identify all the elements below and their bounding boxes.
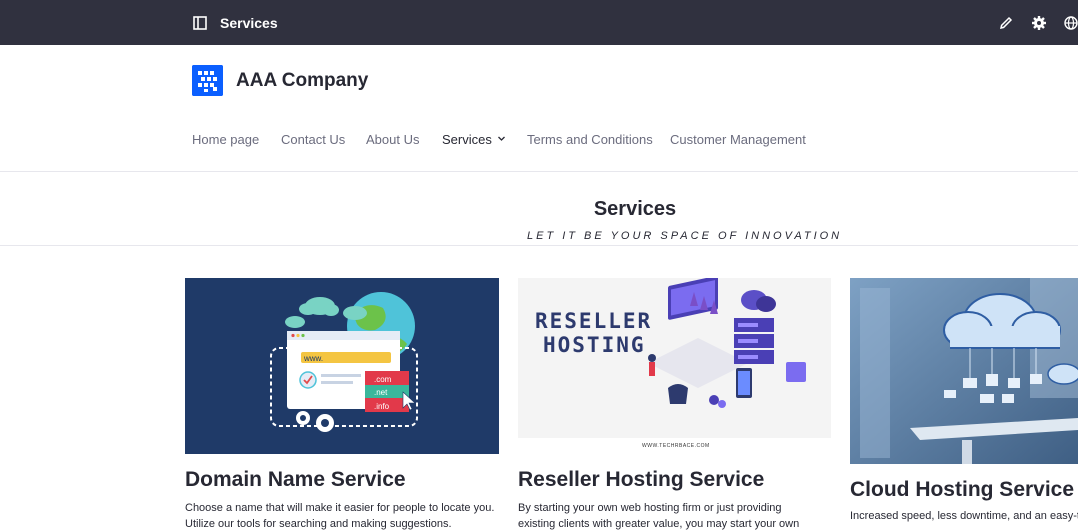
- pencil-icon[interactable]: [998, 15, 1014, 31]
- nav-terms-and-conditions[interactable]: Terms and Conditions: [527, 132, 653, 147]
- site-header: AAA Company Home page Contact Us About U…: [0, 45, 1078, 172]
- nav-about-us[interactable]: About Us: [366, 132, 419, 147]
- card-description: Choose a name that will make it easier f…: [185, 502, 495, 530]
- nav-customer-management[interactable]: Customer Management: [670, 132, 806, 147]
- tagline: LET IT BE YOUR SPACE OF INNOVATION: [527, 230, 843, 242]
- tld-net: .net: [374, 388, 388, 397]
- panel-icon[interactable]: [193, 16, 207, 30]
- nav-services-label: Services: [442, 132, 492, 147]
- tld-info: .info: [374, 402, 390, 411]
- section-heading: Services: [0, 198, 1078, 221]
- nav-contact-us[interactable]: Contact Us: [281, 132, 345, 147]
- control-bar: Services: [0, 0, 1078, 45]
- nav-services[interactable]: Services: [442, 132, 505, 147]
- card-title[interactable]: Cloud Hosting Service: [850, 478, 1074, 502]
- company-name[interactable]: AAA Company: [236, 70, 368, 92]
- card-description: By starting your own web hosting firm or…: [518, 502, 800, 530]
- tld-com: .com: [374, 375, 392, 384]
- card-title[interactable]: Domain Name Service: [185, 468, 406, 492]
- page-title: Services: [220, 15, 278, 31]
- reseller-illustration: RESELLER HOSTING WWW.TECHRBACE.COM: [518, 278, 831, 450]
- section-title: Services: [593, 198, 677, 220]
- domain-url-text: www.: [303, 354, 323, 363]
- nav-home-page[interactable]: Home page: [192, 132, 259, 147]
- reseller-heading-line1: RESELLER: [535, 309, 652, 333]
- card-description: Increased speed, less downtime, and an e…: [850, 510, 1078, 522]
- domain-illustration: www. .com .net .info: [185, 278, 499, 454]
- reseller-heading-line2: HOSTING: [543, 333, 646, 357]
- chevron-down-icon: [497, 136, 505, 141]
- card-title[interactable]: Reseller Hosting Service: [518, 468, 764, 492]
- divider: [0, 245, 1078, 246]
- company-logo[interactable]: [192, 65, 223, 96]
- globe-icon[interactable]: [1063, 15, 1078, 31]
- gear-icon[interactable]: [1031, 15, 1047, 31]
- image-credit: WWW.TECHRBACE.COM: [642, 443, 710, 449]
- cloud-illustration: [850, 278, 1078, 464]
